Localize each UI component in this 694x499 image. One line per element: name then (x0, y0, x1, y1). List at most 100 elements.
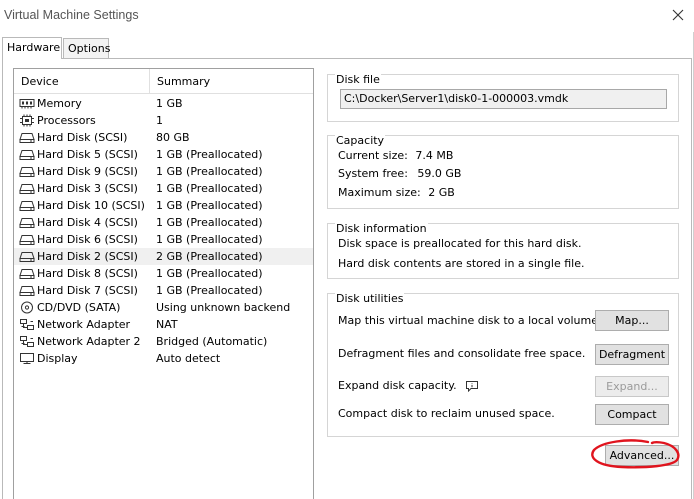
compact-button[interactable]: Compact (595, 404, 669, 425)
current-size-label: Current size: (338, 149, 408, 162)
device-name: CD/DVD (SATA) (37, 301, 121, 314)
device-summary: 1 (156, 114, 163, 127)
advanced-button[interactable]: Advanced... (605, 445, 679, 466)
compact-description: Compact disk to reclaim unused space. (338, 407, 555, 420)
device-row[interactable]: CD/DVD (SATA) Using unknown backend (14, 299, 313, 316)
device-name: Display (37, 352, 78, 365)
network-adapter-icon (19, 318, 35, 331)
disk-information-title: Disk information (335, 222, 428, 235)
device-row[interactable]: Hard Disk 3 (SCSI) 1 GB (Preallocated) (14, 180, 313, 197)
hard-disk-icon (19, 148, 35, 161)
device-row[interactable]: Network Adapter NAT (14, 316, 313, 333)
hard-disk-icon (19, 233, 35, 246)
device-row[interactable]: Display Auto detect (14, 350, 313, 367)
system-free-value: 59.0 GB (417, 167, 462, 180)
device-summary: NAT (156, 318, 178, 331)
hard-disk-icon (19, 165, 35, 178)
device-list[interactable]: Device Summary Memory 1 GB Processors 1 Hard… (13, 68, 314, 499)
hard-disk-icon (19, 284, 35, 297)
capacity-group: Capacity Current size: 7.4 MB System fre… (327, 135, 679, 209)
memory-icon (19, 97, 35, 110)
display-icon (19, 352, 35, 365)
vm-settings-window: Virtual Machine Settings Hardware Option… (0, 0, 694, 499)
close-button[interactable] (664, 2, 692, 28)
tab-hardware[interactable]: Hardware (2, 37, 62, 59)
device-summary: 1 GB (Preallocated) (156, 182, 263, 195)
device-summary: 1 GB (Preallocated) (156, 165, 263, 178)
device-name: Hard Disk 7 (SCSI) (37, 284, 138, 297)
device-row[interactable]: Memory 1 GB (14, 95, 313, 112)
device-name: Hard Disk 10 (SCSI) (37, 199, 145, 212)
disk-file-title: Disk file (335, 73, 381, 86)
device-rows: Memory 1 GB Processors 1 Hard Disk (SCSI) 80 … (14, 95, 313, 367)
hard-disk-icon (19, 182, 35, 195)
current-size-line: Current size: 7.4 MB (338, 149, 453, 163)
device-summary: 80 GB (156, 131, 190, 144)
device-name: Memory (37, 97, 82, 110)
device-row[interactable]: Hard Disk (SCSI) 80 GB (14, 129, 313, 146)
window-title: Virtual Machine Settings (4, 8, 139, 22)
maximum-size-value: 2 GB (428, 186, 455, 199)
device-row[interactable]: Hard Disk 4 (SCSI) 1 GB (Preallocated) (14, 214, 313, 231)
device-summary: 1 GB (Preallocated) (156, 199, 263, 212)
device-name: Hard Disk 4 (SCSI) (37, 216, 138, 229)
device-row[interactable]: Processors 1 (14, 112, 313, 129)
expand-button[interactable]: Expand... (595, 376, 669, 397)
device-name: Hard Disk 9 (SCSI) (37, 165, 138, 178)
system-free-label: System free: (338, 167, 408, 180)
maximum-size-line: Maximum size: 2 GB (338, 186, 455, 200)
disk-utilities-title: Disk utilities (335, 292, 405, 305)
device-summary: 1 GB (Preallocated) (156, 216, 263, 229)
device-summary: Bridged (Automatic) (156, 335, 268, 348)
map-description: Map this virtual machine disk to a local… (338, 314, 602, 327)
device-row[interactable]: Hard Disk 9 (SCSI) 1 GB (Preallocated) (14, 163, 313, 180)
tab-options[interactable]: Options (63, 38, 110, 58)
disk-file-group: Disk file C:\Docker\Server1\disk0-1-0000… (327, 74, 679, 122)
device-name: Network Adapter 2 (37, 335, 141, 348)
device-name: Network Adapter (37, 318, 131, 331)
hard-disk-icon (19, 131, 35, 144)
expand-description-line: Expand disk capacity. (338, 379, 479, 393)
device-summary: 1 GB (Preallocated) (156, 267, 263, 280)
network-adapter-icon (19, 335, 35, 348)
device-summary: 1 GB (Preallocated) (156, 148, 263, 161)
column-header-device[interactable]: Device (14, 69, 150, 93)
disk-info-line-1: Disk space is preallocated for this hard… (338, 237, 582, 250)
title-bar[interactable]: Virtual Machine Settings (0, 0, 694, 32)
capacity-title: Capacity (335, 134, 386, 147)
device-row[interactable]: Hard Disk 5 (SCSI) 1 GB (Preallocated) (14, 146, 313, 163)
disk-utilities-group: Disk utilities Map this virtual machine … (327, 293, 679, 437)
device-list-header: Device Summary (14, 69, 313, 94)
device-row[interactable]: Hard Disk 7 (SCSI) 1 GB (Preallocated) (14, 282, 313, 299)
cd-dvd-icon (19, 301, 35, 314)
maximum-size-label: Maximum size: (338, 186, 421, 199)
device-row[interactable]: Hard Disk 2 (SCSI) 2 GB (Preallocated) (14, 248, 313, 265)
info-icon[interactable] (465, 380, 479, 392)
device-row[interactable]: Hard Disk 6 (SCSI) 1 GB (Preallocated) (14, 231, 313, 248)
device-summary: 1 GB (Preallocated) (156, 233, 263, 246)
defragment-button[interactable]: Defragment (595, 344, 669, 365)
device-row[interactable]: Hard Disk 8 (SCSI) 1 GB (Preallocated) (14, 265, 313, 282)
hard-disk-icon (19, 199, 35, 212)
disk-file-path[interactable]: C:\Docker\Server1\disk0-1-000003.vmdk (340, 89, 667, 109)
device-summary: 2 GB (Preallocated) (156, 250, 263, 263)
close-icon (672, 9, 684, 21)
defragment-description: Defragment files and consolidate free sp… (338, 347, 586, 360)
hard-disk-icon (19, 250, 35, 263)
current-size-value: 7.4 MB (415, 149, 454, 162)
device-summary: 1 GB (156, 97, 183, 110)
device-name: Hard Disk 5 (SCSI) (37, 148, 138, 161)
device-name: Hard Disk 6 (SCSI) (37, 233, 138, 246)
hard-disk-icon (19, 267, 35, 280)
column-header-summary[interactable]: Summary (150, 69, 310, 93)
device-summary: 1 GB (Preallocated) (156, 284, 263, 297)
disk-info-line-2: Hard disk contents are stored in a singl… (338, 257, 585, 270)
system-free-line: System free: 59.0 GB (338, 167, 461, 181)
device-name: Hard Disk 8 (SCSI) (37, 267, 138, 280)
map-button[interactable]: Map... (595, 310, 669, 331)
device-summary: Auto detect (156, 352, 221, 365)
device-row[interactable]: Network Adapter 2 Bridged (Automatic) (14, 333, 313, 350)
device-summary: Using unknown backend (156, 301, 291, 314)
device-row[interactable]: Hard Disk 10 (SCSI) 1 GB (Preallocated) (14, 197, 313, 214)
expand-description: Expand disk capacity. (338, 379, 457, 392)
